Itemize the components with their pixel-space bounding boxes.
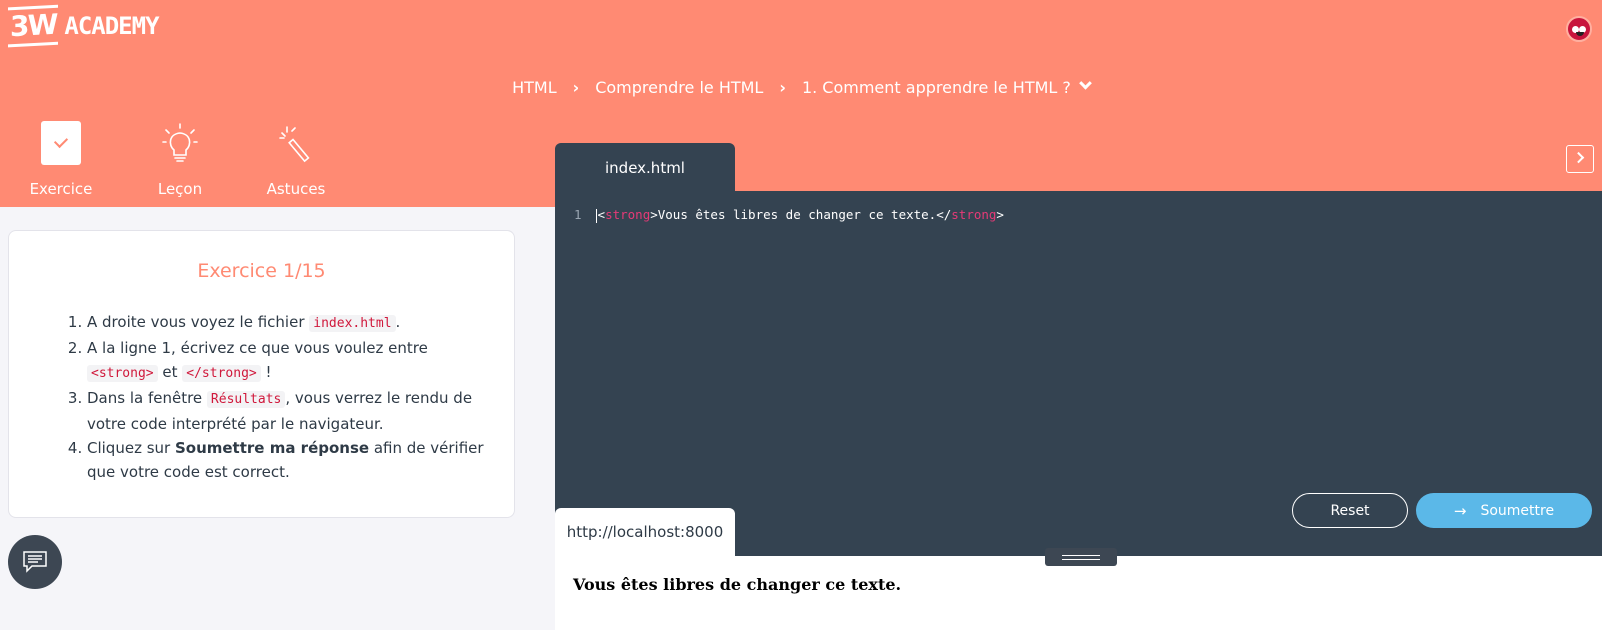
list-item: A la ligne 1, écrivez ce que vous voulez…: [87, 336, 487, 386]
inline-code: index.html: [309, 315, 396, 332]
tab-label: Exercice: [29, 180, 93, 198]
chat-icon: [23, 551, 47, 573]
breadcrumb-item-chapter[interactable]: Comprendre le HTML: [595, 78, 763, 97]
expand-panel-button[interactable]: [1566, 145, 1594, 173]
preview-output: Vous êtes libres de changer ce texte.: [573, 575, 902, 594]
file-tab-index[interactable]: index.html: [555, 143, 735, 192]
inline-code: <strong>: [87, 365, 158, 382]
exercise-tabs: Exercice Leçon Astuces: [0, 120, 354, 198]
chevron-right-icon: ›: [779, 78, 786, 97]
submit-button[interactable]: → Soumettre: [1416, 493, 1592, 528]
breadcrumb-item-lesson[interactable]: 1. Comment apprendre le HTML ?: [802, 78, 1071, 97]
user-avatar[interactable]: [1566, 16, 1592, 42]
preview-url-tab[interactable]: http://localhost:8000: [555, 508, 735, 556]
logo-mark: 3W: [8, 4, 59, 48]
inline-code: Résultats: [206, 391, 286, 408]
tab-label: Leçon: [157, 180, 203, 198]
arrow-right-icon: →: [1453, 501, 1467, 520]
chevron-right-icon: [1572, 151, 1585, 164]
line-number: 1: [574, 207, 582, 222]
reset-button[interactable]: Reset: [1292, 493, 1408, 528]
chevron-right-icon: ›: [572, 78, 580, 97]
tab-label: Astuces: [266, 180, 326, 198]
chevron-down-icon[interactable]: [1079, 76, 1092, 90]
inline-code: </strong>: [182, 365, 261, 382]
resize-handle[interactable]: [1045, 548, 1117, 566]
tab-astuces[interactable]: Astuces: [238, 120, 354, 198]
code-line[interactable]: 1 <strong>Vous êtes libres de changer ce …: [574, 207, 1004, 223]
tab-exercice[interactable]: Exercice: [0, 120, 122, 198]
list-item: Cliquez sur Soumettre ma réponse afin de…: [87, 436, 487, 484]
book-check-icon: [41, 121, 81, 165]
exercise-steps: A droite vous voyez le fichier index.htm…: [87, 310, 487, 484]
list-item: Dans la fenêtre Résultats, vous verrez l…: [87, 386, 487, 436]
tab-lecon[interactable]: Leçon: [122, 120, 238, 198]
brand-logo[interactable]: 3W ACADEMY: [8, 4, 160, 48]
logo-text: ACADEMY: [64, 12, 159, 40]
text-cursor: [595, 208, 597, 223]
lightbulb-icon: [162, 123, 198, 162]
breadcrumb-item-html[interactable]: HTML: [512, 78, 557, 97]
magic-wand-icon: [279, 126, 310, 163]
exercise-card: Exercice 1/15 A droite vous voyez le fic…: [8, 230, 515, 518]
list-item: A droite vous voyez le fichier index.htm…: [87, 310, 487, 336]
breadcrumb: HTML › Comprendre le HTML › 1. Comment a…: [0, 76, 1602, 97]
exercise-title: Exercice 1/15: [197, 260, 326, 282]
submit-label: Soumettre: [1480, 502, 1555, 519]
top-bar: 3W ACADEMY HTML › Comprendre le HTML › 1…: [0, 0, 1602, 207]
chat-button[interactable]: [8, 535, 62, 589]
